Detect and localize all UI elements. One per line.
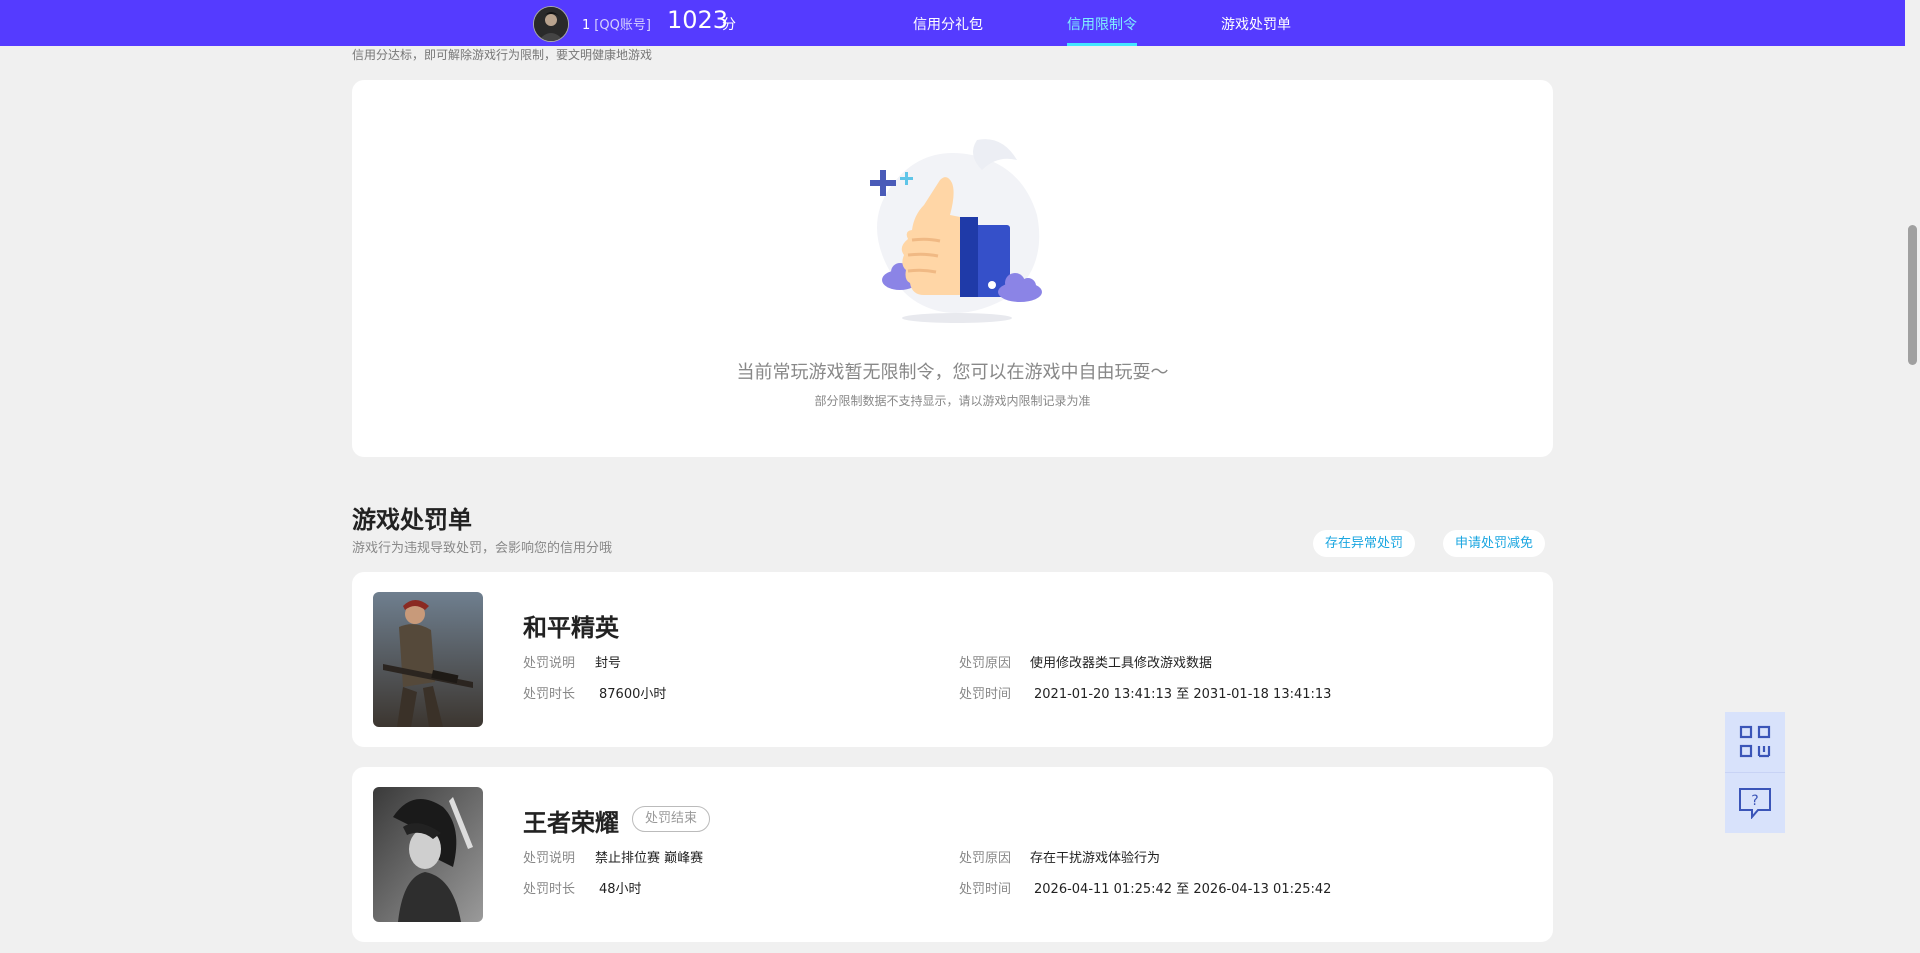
penalty-card: 和平精英 处罚说明 封号 处罚时长 87600小时 处罚原因 使用修改器类工具修… xyxy=(352,572,1553,747)
penalty-time-separator: 至 xyxy=(1176,687,1190,702)
account-type: [QQ账号] xyxy=(594,18,651,33)
penalty-section-title: 游戏处罚单 xyxy=(352,506,472,534)
credit-score: 1023 xyxy=(667,6,729,34)
penalty-desc-value: 封号 xyxy=(595,656,622,671)
penalty-duration-label: 处罚时长 xyxy=(523,882,576,897)
penalty-reason-label: 处罚原因 xyxy=(959,851,1012,866)
penalty-desc-value: 禁止排位赛 巅峰赛 xyxy=(595,851,704,866)
penalty-end-time: 2026-04-13 01:25:42 xyxy=(1193,882,1332,897)
restriction-empty-card: 当前常玩游戏暂无限制令，您可以在游戏中自由玩耍～ 部分限制数据不支持显示，请以游… xyxy=(352,80,1553,457)
penalty-section-subtitle: 游戏行为违规导致处罚，会影响您的信用分哦 xyxy=(352,541,613,556)
thumbs-up-illustration-icon xyxy=(870,139,1042,323)
penalty-reason-label: 处罚原因 xyxy=(959,656,1012,671)
abnormal-penalty-button[interactable]: 存在异常处罚 xyxy=(1313,530,1416,557)
scrollbar-track[interactable] xyxy=(1905,0,1920,953)
empty-restriction-note: 部分限制数据不支持显示，请以游戏内限制记录为准 xyxy=(814,394,1091,408)
tab-game-penalty[interactable]: 游戏处罚单 xyxy=(1221,14,1291,46)
top-nav-bar: 1 [QQ账号] 1023 分 信用分礼包 信用限制令 游戏处罚单 xyxy=(0,0,1905,46)
penalty-reason-value: 使用修改器类工具修改游戏数据 xyxy=(1030,656,1213,671)
penalty-card: 王者荣耀 处罚结束 处罚说明 禁止排位赛 巅峰赛 处罚时长 48小时 处罚原因 … xyxy=(352,767,1553,942)
avatar[interactable] xyxy=(533,6,569,42)
user-id-number: 1 xyxy=(582,18,591,33)
penalty-desc-label: 处罚说明 xyxy=(523,851,576,866)
penalty-desc-label: 处罚说明 xyxy=(523,656,576,671)
game-name: 和平精英 xyxy=(523,614,619,642)
status-badge: 处罚结束 xyxy=(632,806,711,832)
game-cover-image xyxy=(373,592,483,727)
empty-restriction-title: 当前常玩游戏暂无限制令，您可以在游戏中自由玩耍～ xyxy=(736,362,1169,383)
penalty-duration-value: 87600小时 xyxy=(599,687,667,702)
qr-code-icon xyxy=(1739,725,1771,758)
tab-credit-restriction[interactable]: 信用限制令 xyxy=(1067,14,1137,46)
penalty-time-label: 处罚时间 xyxy=(959,882,1012,897)
penalty-time-value: 2026-04-11 01:25:42 至 2026-04-13 01:25:4… xyxy=(1034,878,1331,897)
user-id: 1 [QQ账号] xyxy=(582,14,651,33)
scrollbar-thumb[interactable] xyxy=(1908,225,1917,365)
penalty-start-time: 2021-01-20 13:41:13 xyxy=(1034,687,1173,702)
floating-toolbar: ? xyxy=(1725,712,1785,833)
penalty-time-separator: 至 xyxy=(1176,882,1190,897)
restriction-subtitle: 信用分达标，即可解除游戏行为限制，要文明健康地游戏 xyxy=(352,48,653,62)
tab-credit-gift[interactable]: 信用分礼包 xyxy=(913,14,983,46)
qr-code-button[interactable] xyxy=(1725,712,1785,772)
penalty-time-label: 处罚时间 xyxy=(959,687,1012,702)
penalty-duration-value: 48小时 xyxy=(599,882,642,897)
svg-text:?: ? xyxy=(1751,793,1758,809)
penalty-duration-label: 处罚时长 xyxy=(523,687,576,702)
help-chat-icon: ? xyxy=(1739,788,1771,819)
penalty-reason-value: 存在干扰游戏体验行为 xyxy=(1030,851,1161,866)
appeal-penalty-button[interactable]: 申请处罚减免 xyxy=(1443,530,1546,557)
credit-score-unit: 分 xyxy=(722,17,736,33)
penalty-end-time: 2031-01-18 13:41:13 xyxy=(1193,687,1332,702)
game-cover-image xyxy=(373,787,483,922)
help-button[interactable]: ? xyxy=(1725,772,1785,833)
game-name: 王者荣耀 xyxy=(523,809,619,837)
penalty-start-time: 2026-04-11 01:25:42 xyxy=(1034,882,1173,897)
penalty-time-value: 2021-01-20 13:41:13 至 2031-01-18 13:41:1… xyxy=(1034,683,1331,702)
